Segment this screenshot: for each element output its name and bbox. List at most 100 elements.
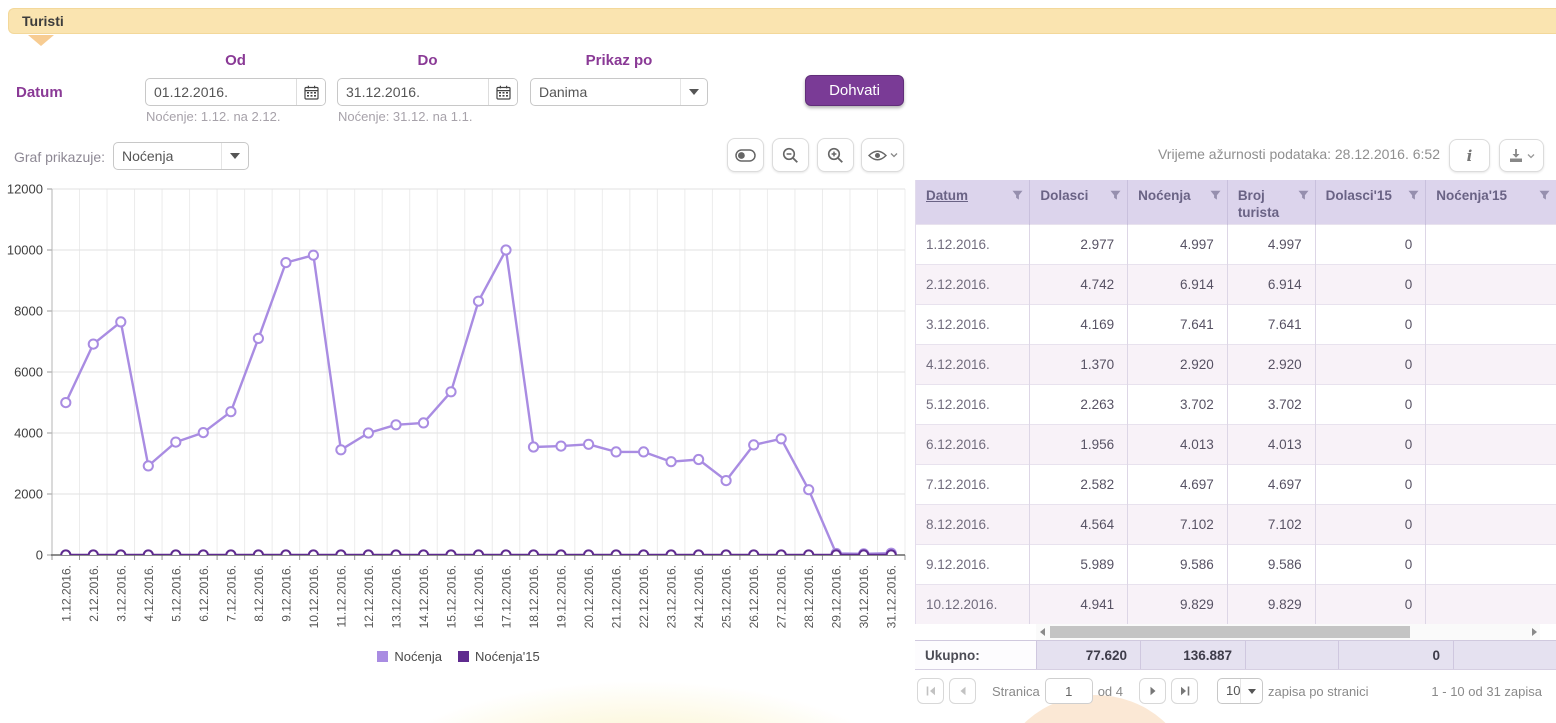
svg-text:23.12.2016.: 23.12.2016. — [665, 565, 679, 628]
download-icon — [1508, 148, 1524, 163]
legend-item-0[interactable]: Noćenja — [377, 649, 442, 664]
graf-prikazuje-select[interactable]: Noćenja — [113, 142, 249, 170]
table-cell: 6.12.2016. — [916, 424, 1030, 464]
column-header-5[interactable]: Noćenja'15 — [1426, 180, 1556, 224]
column-header-3[interactable]: Broj turista — [1227, 180, 1315, 224]
svg-text:2000: 2000 — [14, 487, 43, 502]
column-header-0[interactable]: Datum — [916, 180, 1030, 224]
table-cell — [1426, 504, 1556, 544]
scrollbar-track[interactable] — [1048, 626, 1528, 638]
table-cell: 9.829 — [1128, 584, 1228, 624]
prikaz-po-select[interactable]: Danima — [530, 78, 708, 106]
svg-text:1.12.2016.: 1.12.2016. — [59, 565, 73, 622]
filter-icon[interactable] — [1539, 190, 1550, 201]
scroll-left-arrow[interactable] — [1036, 624, 1048, 640]
table-cell: 6.914 — [1227, 264, 1315, 304]
scrollbar-thumb[interactable] — [1050, 626, 1410, 638]
toggle-icon — [735, 149, 756, 162]
svg-text:19.12.2016.: 19.12.2016. — [555, 565, 569, 628]
page-size-select[interactable]: 10 — [1217, 678, 1263, 704]
prikaz-po-value: Danima — [531, 79, 680, 105]
datum-label: Datum — [16, 84, 63, 101]
filter-icon[interactable] — [1110, 190, 1121, 201]
table-cell: 4.564 — [1030, 504, 1128, 544]
table-cell: 0 — [1315, 424, 1426, 464]
table-cell: 2.263 — [1030, 384, 1128, 424]
total-label: Ukupno: — [915, 641, 1036, 669]
table-cell: 5.989 — [1030, 544, 1128, 584]
filter-icon[interactable] — [1012, 190, 1023, 201]
total-cell: 0 — [1338, 641, 1453, 669]
column-label: Dolasci — [1040, 188, 1088, 205]
svg-text:3.12.2016.: 3.12.2016. — [114, 565, 128, 622]
date-to-input[interactable] — [338, 79, 488, 105]
table-cell: 8.12.2016. — [916, 504, 1030, 544]
dohvati-button[interactable]: Dohvati — [805, 75, 904, 106]
next-page-button[interactable] — [1139, 678, 1166, 704]
table-cell — [1426, 424, 1556, 464]
legend-label: Noćenja'15 — [475, 649, 540, 664]
table-cell — [1426, 224, 1556, 264]
table-cell: 2.920 — [1128, 344, 1228, 384]
do-label: Do — [337, 52, 518, 69]
zoom-in-button[interactable] — [817, 138, 854, 172]
date-from-field — [145, 78, 326, 106]
info-icon: i — [1467, 147, 1473, 165]
table-cell: 4.697 — [1227, 464, 1315, 504]
turisti-dashboard: Turisti Od Do Prikaz po Datum Noćenje: 1… — [0, 0, 1556, 723]
chart-toggle-button[interactable] — [727, 138, 764, 172]
per-page-label: zapisa po stranici — [1268, 684, 1368, 699]
tab-turisti[interactable]: Turisti — [8, 8, 1556, 34]
zoom-out-button[interactable] — [772, 138, 809, 172]
last-page-button[interactable] — [1171, 678, 1198, 704]
legend-item-1[interactable]: Noćenja'15 — [458, 649, 540, 664]
graf-prikazuje-value: Noćenja — [114, 143, 221, 169]
svg-text:14.12.2016.: 14.12.2016. — [417, 565, 431, 628]
legend-swatch — [458, 651, 469, 662]
filter-icon[interactable] — [1298, 190, 1309, 201]
table-cell: 4.742 — [1030, 264, 1128, 304]
info-button[interactable]: i — [1449, 139, 1490, 172]
page-number-input[interactable] — [1045, 678, 1093, 704]
filter-icon[interactable] — [1210, 190, 1221, 201]
table-cell: 4.013 — [1128, 424, 1228, 464]
first-page-button[interactable] — [917, 678, 944, 704]
table-row: 9.12.2016.5.9899.5869.5860 — [916, 544, 1556, 584]
prev-page-button[interactable] — [949, 678, 976, 704]
column-header-2[interactable]: Noćenja — [1128, 180, 1228, 224]
column-header-1[interactable]: Dolasci — [1030, 180, 1128, 224]
decorative-blob — [360, 680, 920, 723]
table-cell: 3.702 — [1227, 384, 1315, 424]
total-cell: 77.620 — [1036, 641, 1140, 669]
scroll-right-arrow[interactable] — [1528, 624, 1540, 640]
table-cell: 0 — [1315, 304, 1426, 344]
calendar-button-to[interactable] — [488, 79, 517, 105]
table-row: 1.12.2016.2.9774.9974.9970 — [916, 224, 1556, 264]
calendar-button-from[interactable] — [296, 79, 325, 105]
table-row: 8.12.2016.4.5647.1027.1020 — [916, 504, 1556, 544]
total-cell — [1245, 641, 1338, 669]
table-cell: 4.941 — [1030, 584, 1128, 624]
svg-text:13.12.2016.: 13.12.2016. — [389, 565, 403, 628]
table-cell — [1426, 304, 1556, 344]
svg-text:18.12.2016.: 18.12.2016. — [527, 565, 541, 628]
table-row: 5.12.2016.2.2633.7023.7020 — [916, 384, 1556, 424]
svg-text:11.12.2016.: 11.12.2016. — [334, 565, 348, 628]
zoom-in-icon — [827, 147, 844, 164]
filter-icon[interactable] — [1408, 190, 1419, 201]
records-range-label: 1 - 10 od 31 zapisa — [1431, 684, 1542, 699]
eye-icon — [868, 149, 887, 162]
svg-text:9.12.2016.: 9.12.2016. — [279, 565, 293, 622]
series-visibility-button[interactable] — [861, 138, 904, 172]
first-page-icon — [925, 685, 937, 697]
column-header-4[interactable]: Dolasci'15 — [1315, 180, 1426, 224]
svg-text:7.12.2016.: 7.12.2016. — [224, 565, 238, 622]
svg-text:28.12.2016.: 28.12.2016. — [802, 565, 816, 628]
table-cell: 9.586 — [1128, 544, 1228, 584]
svg-text:6.12.2016.: 6.12.2016. — [197, 565, 211, 622]
table-cell — [1426, 344, 1556, 384]
export-button[interactable] — [1499, 139, 1544, 172]
table-cell: 2.582 — [1030, 464, 1128, 504]
date-from-input[interactable] — [146, 79, 296, 105]
grid-pager: Stranica od 4 10 zapisa po stranici — [917, 678, 1368, 704]
